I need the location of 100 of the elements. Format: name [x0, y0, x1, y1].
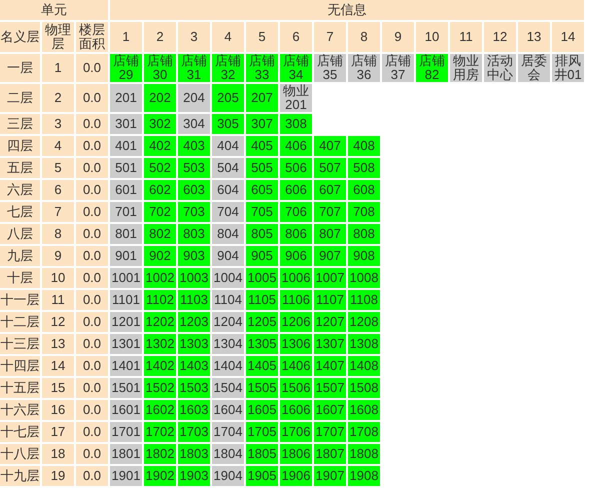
unit-cell[interactable]: 1304 — [212, 334, 244, 354]
unit-cell[interactable]: 1103 — [178, 290, 210, 310]
unit-cell[interactable]: 店铺31 — [178, 54, 210, 82]
unit-cell[interactable]: 物业201 — [280, 84, 312, 112]
unit-cell[interactable]: 1404 — [212, 356, 244, 376]
unit-cell[interactable]: 1106 — [280, 290, 312, 310]
unit-cell[interactable]: 705 — [246, 202, 278, 222]
unit-cell[interactable]: 1602 — [144, 400, 176, 420]
unit-cell[interactable]: 605 — [246, 180, 278, 200]
unit-cell[interactable]: 606 — [280, 180, 312, 200]
unit-cell[interactable]: 403 — [178, 136, 210, 156]
unit-cell[interactable]: 702 — [144, 202, 176, 222]
unit-cell[interactable]: 店铺34 — [280, 54, 312, 82]
unit-cell[interactable]: 1101 — [110, 290, 142, 310]
unit-cell[interactable]: 801 — [110, 224, 142, 244]
unit-cell[interactable]: 806 — [280, 224, 312, 244]
unit-cell[interactable]: 1503 — [178, 378, 210, 398]
unit-cell[interactable]: 1508 — [348, 378, 380, 398]
unit-cell[interactable]: 1402 — [144, 356, 176, 376]
unit-cell[interactable]: 1906 — [280, 466, 312, 486]
unit-cell[interactable]: 703 — [178, 202, 210, 222]
unit-cell[interactable]: 1708 — [348, 422, 380, 442]
unit-cell[interactable]: 305 — [212, 114, 244, 134]
unit-cell[interactable]: 1204 — [212, 312, 244, 332]
unit-cell[interactable]: 店铺36 — [348, 54, 380, 82]
unit-cell[interactable]: 1801 — [110, 444, 142, 464]
unit-cell[interactable]: 1207 — [314, 312, 346, 332]
unit-cell[interactable]: 1802 — [144, 444, 176, 464]
unit-cell[interactable]: 1205 — [246, 312, 278, 332]
unit-cell[interactable]: 402 — [144, 136, 176, 156]
unit-cell[interactable]: 601 — [110, 180, 142, 200]
unit-cell[interactable]: 1904 — [212, 466, 244, 486]
unit-cell[interactable]: 1502 — [144, 378, 176, 398]
unit-cell[interactable]: 1905 — [246, 466, 278, 486]
unit-cell[interactable]: 406 — [280, 136, 312, 156]
unit-cell[interactable]: 505 — [246, 158, 278, 178]
unit-cell[interactable]: 607 — [314, 180, 346, 200]
unit-cell[interactable]: 1305 — [246, 334, 278, 354]
unit-cell[interactable]: 店铺29 — [110, 54, 142, 82]
unit-cell[interactable]: 1301 — [110, 334, 142, 354]
unit-cell[interactable]: 1907 — [314, 466, 346, 486]
unit-cell[interactable]: 506 — [280, 158, 312, 178]
unit-cell[interactable]: 1108 — [348, 290, 380, 310]
unit-cell[interactable]: 304 — [178, 114, 210, 134]
unit-cell[interactable]: 1901 — [110, 466, 142, 486]
unit-cell[interactable]: 店铺35 — [314, 54, 346, 82]
unit-cell[interactable]: 405 — [246, 136, 278, 156]
unit-cell[interactable]: 204 — [178, 84, 210, 112]
unit-cell[interactable]: 1501 — [110, 378, 142, 398]
unit-cell[interactable]: 1603 — [178, 400, 210, 420]
unit-cell[interactable]: 1007 — [314, 268, 346, 288]
unit-cell[interactable]: 排风井01 — [552, 54, 584, 82]
unit-cell[interactable]: 1203 — [178, 312, 210, 332]
unit-cell[interactable]: 708 — [348, 202, 380, 222]
unit-cell[interactable]: 1408 — [348, 356, 380, 376]
unit-cell[interactable]: 906 — [280, 246, 312, 266]
unit-cell[interactable]: 908 — [348, 246, 380, 266]
unit-cell[interactable]: 202 — [144, 84, 176, 112]
unit-cell[interactable]: 店铺37 — [382, 54, 414, 82]
unit-cell[interactable]: 803 — [178, 224, 210, 244]
unit-cell[interactable]: 1706 — [280, 422, 312, 442]
unit-cell[interactable]: 1201 — [110, 312, 142, 332]
unit-cell[interactable]: 1805 — [246, 444, 278, 464]
unit-cell[interactable]: 1202 — [144, 312, 176, 332]
unit-cell[interactable]: 1008 — [348, 268, 380, 288]
unit-cell[interactable]: 1607 — [314, 400, 346, 420]
unit-cell[interactable]: 205 — [212, 84, 244, 112]
unit-cell[interactable]: 1506 — [280, 378, 312, 398]
unit-cell[interactable]: 1705 — [246, 422, 278, 442]
unit-cell[interactable]: 905 — [246, 246, 278, 266]
unit-cell[interactable]: 903 — [178, 246, 210, 266]
unit-cell[interactable]: 1504 — [212, 378, 244, 398]
unit-cell[interactable]: 1306 — [280, 334, 312, 354]
unit-cell[interactable]: 1308 — [348, 334, 380, 354]
unit-cell[interactable]: 店铺30 — [144, 54, 176, 82]
unit-cell[interactable]: 508 — [348, 158, 380, 178]
unit-cell[interactable]: 1808 — [348, 444, 380, 464]
unit-cell[interactable]: 507 — [314, 158, 346, 178]
unit-cell[interactable]: 1902 — [144, 466, 176, 486]
unit-cell[interactable]: 1004 — [212, 268, 244, 288]
unit-cell[interactable]: 1807 — [314, 444, 346, 464]
unit-cell[interactable]: 1608 — [348, 400, 380, 420]
unit-cell[interactable]: 1002 — [144, 268, 176, 288]
unit-cell[interactable]: 501 — [110, 158, 142, 178]
unit-cell[interactable]: 407 — [314, 136, 346, 156]
unit-cell[interactable]: 502 — [144, 158, 176, 178]
unit-cell[interactable]: 1001 — [110, 268, 142, 288]
unit-cell[interactable]: 1105 — [246, 290, 278, 310]
unit-cell[interactable]: 1303 — [178, 334, 210, 354]
unit-cell[interactable]: 207 — [246, 84, 278, 112]
unit-cell[interactable]: 1307 — [314, 334, 346, 354]
unit-cell[interactable]: 604 — [212, 180, 244, 200]
unit-cell[interactable]: 404 — [212, 136, 244, 156]
unit-cell[interactable]: 805 — [246, 224, 278, 244]
unit-cell[interactable]: 603 — [178, 180, 210, 200]
unit-cell[interactable]: 1804 — [212, 444, 244, 464]
unit-cell[interactable]: 1704 — [212, 422, 244, 442]
unit-cell[interactable]: 907 — [314, 246, 346, 266]
unit-cell[interactable]: 活动中心 — [484, 54, 516, 82]
unit-cell[interactable]: 1605 — [246, 400, 278, 420]
